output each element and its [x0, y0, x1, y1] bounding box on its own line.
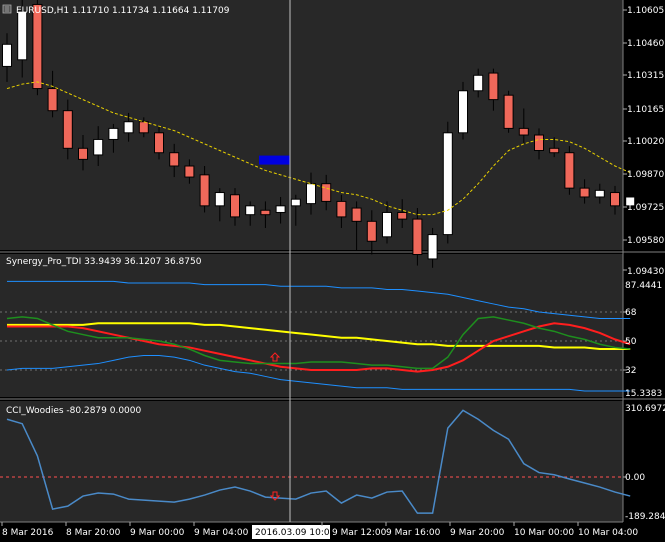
cci-panel-title: CCI_Woodies -80.2879 0.0000	[6, 406, 141, 416]
time-axis: 8 Mar 2016 8 Mar 20:00 9 Mar 00:00 9 Mar…	[1, 522, 638, 539]
candle-body	[442, 132, 453, 236]
candle-body	[534, 134, 544, 152]
cci-tick: -189.2845	[625, 512, 665, 522]
candle-body	[397, 211, 408, 220]
candle-body	[549, 147, 560, 154]
trading-chart: EURUSD,H1 1.11710 1.11734 1.11664 1.1170…	[0, 0, 665, 539]
price-tick: 1.10165	[627, 105, 664, 115]
candle-body	[321, 183, 332, 202]
candle-body	[199, 174, 210, 207]
candle-body	[169, 152, 180, 167]
candle-body	[78, 147, 88, 160]
time-tick: 9 Mar 12:00	[332, 528, 387, 538]
candle-body	[108, 127, 119, 140]
price-tick: 1.10605	[627, 6, 664, 16]
candle-body	[275, 205, 286, 213]
price-tick: 1.09870	[627, 170, 664, 180]
tdi-panel-title: Synergy_Pro_TDI 33.9439 36.1207 36.8750	[6, 257, 202, 267]
candle-body	[518, 127, 529, 136]
candle-body	[488, 72, 499, 101]
chart-window-icon	[2, 4, 12, 14]
candle-body	[579, 187, 590, 198]
time-tick: 9 Mar 16:00	[386, 528, 441, 538]
time-tick: 10 Mar 00:00	[514, 528, 574, 538]
price-tick: 1.09430	[627, 267, 664, 277]
candle-body	[594, 189, 605, 198]
candle-body	[230, 194, 240, 218]
candle-body	[260, 209, 271, 216]
marker-rectangle[interactable]	[259, 155, 290, 165]
time-tick: 9 Mar 04:00	[194, 528, 249, 538]
cci-panel[interactable]	[0, 401, 623, 522]
cci-tick: 0.00	[625, 473, 645, 483]
crosshair-time-label: 2016.03.09 10:00	[255, 528, 336, 538]
candle-body	[245, 205, 256, 216]
candle-body	[412, 218, 423, 256]
candle-body	[336, 200, 347, 218]
candle-body	[138, 121, 149, 134]
price-tick: 1.09580	[627, 236, 664, 246]
candle-body	[351, 207, 362, 222]
candle-body	[382, 211, 392, 238]
price-tick: 1.09725	[627, 203, 664, 213]
candle-body	[123, 121, 134, 134]
time-tick: 8 Mar 2016	[2, 528, 54, 538]
tdi-tick: 87.4441	[625, 281, 662, 291]
candle-body	[214, 192, 225, 207]
cci-tick: 310.6972	[625, 404, 665, 414]
candle-body	[47, 88, 58, 112]
candle-body	[32, 3, 43, 90]
candle-body	[184, 165, 195, 178]
candle-body	[17, 10, 28, 61]
price-tick: 1.10315	[627, 71, 664, 81]
candle-body	[503, 94, 514, 129]
price-tick: 1.10020	[627, 137, 664, 147]
candle-body	[62, 110, 73, 149]
candle-body	[306, 183, 316, 205]
time-tick: 10 Mar 04:00	[578, 528, 638, 538]
cci-axis: 310.6972 0.00 -189.2845	[623, 404, 665, 522]
tdi-tick: 68	[625, 308, 637, 318]
price-axis: 1.10605 1.10460 1.10315 1.10165 1.10020 …	[623, 6, 664, 277]
candle-body	[427, 234, 438, 260]
candle-body	[610, 192, 620, 207]
tdi-tick: 32	[625, 366, 636, 376]
candle-body	[366, 220, 377, 242]
candle-body	[473, 74, 484, 92]
time-tick: 9 Mar 00:00	[130, 528, 185, 538]
candle-body	[290, 198, 301, 207]
tdi-axis: 87.4441 68 50 32 15.3383	[623, 281, 662, 399]
tdi-tick: 50	[625, 337, 637, 347]
tdi-tick: 15.3383	[625, 389, 662, 399]
candle-body	[458, 90, 468, 134]
candle-body	[2, 43, 12, 67]
main-title-group: EURUSD,H1 1.11710 1.11734 1.11664 1.1170…	[2, 4, 230, 16]
candle-body	[93, 138, 104, 156]
main-panel-title: EURUSD,H1 1.11710 1.11734 1.11664 1.1170…	[16, 6, 230, 16]
time-tick: 9 Mar 20:00	[450, 528, 505, 538]
price-tick: 1.10460	[627, 39, 664, 49]
candle-body	[564, 152, 575, 189]
time-tick: 8 Mar 20:00	[66, 528, 121, 538]
candle-body	[154, 132, 164, 154]
